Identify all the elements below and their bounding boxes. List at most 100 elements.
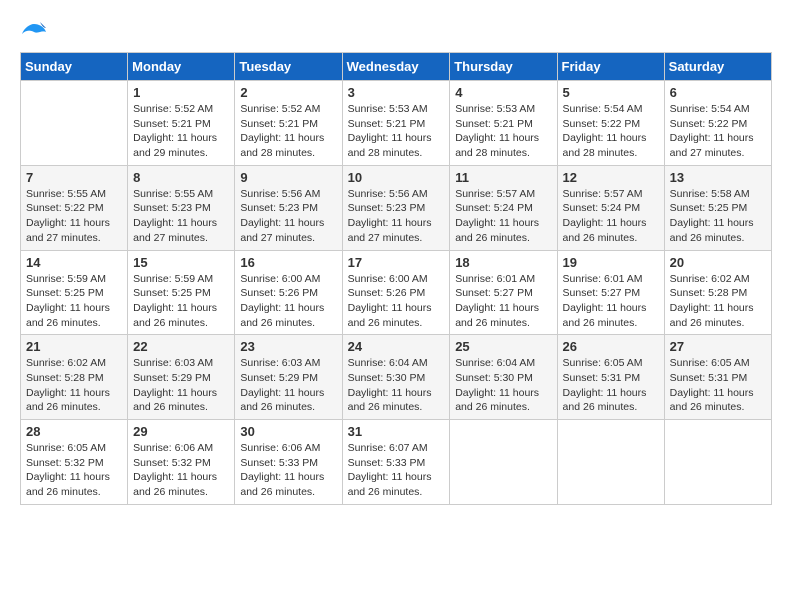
day-info: Sunrise: 6:07 AM Sunset: 5:33 PM Dayligh… [348,441,445,500]
day-info: Sunrise: 6:04 AM Sunset: 5:30 PM Dayligh… [455,356,551,415]
day-number: 17 [348,255,445,270]
day-number: 15 [133,255,229,270]
calendar-cell [450,420,557,505]
calendar-cell: 17 Sunrise: 6:00 AM Sunset: 5:26 PM Dayli… [342,250,450,335]
day-info: Sunrise: 5:56 AM Sunset: 5:23 PM Dayligh… [240,187,336,246]
day-number: 4 [455,85,551,100]
calendar-cell: 30 Sunrise: 6:06 AM Sunset: 5:33 PM Dayli… [235,420,342,505]
day-number: 25 [455,339,551,354]
day-info: Sunrise: 5:53 AM Sunset: 5:21 PM Dayligh… [455,102,551,161]
column-header-wednesday: Wednesday [342,53,450,81]
day-info: Sunrise: 5:52 AM Sunset: 5:21 PM Dayligh… [133,102,229,161]
day-info: Sunrise: 6:05 AM Sunset: 5:31 PM Dayligh… [563,356,659,415]
calendar-cell: 4 Sunrise: 5:53 AM Sunset: 5:21 PM Daylig… [450,81,557,166]
calendar-cell: 2 Sunrise: 5:52 AM Sunset: 5:21 PM Daylig… [235,81,342,166]
page-header [20,20,772,44]
calendar-week-row: 14 Sunrise: 5:59 AM Sunset: 5:25 PM Dayli… [21,250,772,335]
calendar-week-row: 28Sunrise: 6:05 AM Sunset: 5:32 PM Dayli… [21,420,772,505]
day-info: Sunrise: 5:55 AM Sunset: 5:23 PM Dayligh… [133,187,229,246]
calendar-cell: 24 Sunrise: 6:04 AM Sunset: 5:30 PM Dayli… [342,335,450,420]
calendar-cell: 31Sunrise: 6:07 AM Sunset: 5:33 PM Dayli… [342,420,450,505]
day-info: Sunrise: 5:56 AM Sunset: 5:23 PM Dayligh… [348,187,445,246]
day-info: Sunrise: 6:00 AM Sunset: 5:26 PM Dayligh… [348,272,445,331]
day-info: Sunrise: 6:05 AM Sunset: 5:31 PM Dayligh… [670,356,766,415]
column-header-saturday: Saturday [664,53,771,81]
logo-icon [20,20,48,44]
day-number: 18 [455,255,551,270]
column-header-thursday: Thursday [450,53,557,81]
day-number: 5 [563,85,659,100]
day-number: 10 [348,170,445,185]
calendar-cell: 12 Sunrise: 5:57 AM Sunset: 5:24 PM Dayli… [557,165,664,250]
calendar-cell [21,81,128,166]
calendar-cell: 22 Sunrise: 6:03 AM Sunset: 5:29 PM Dayli… [128,335,235,420]
day-info: Sunrise: 6:00 AM Sunset: 5:26 PM Dayligh… [240,272,336,331]
calendar-cell: 16 Sunrise: 6:00 AM Sunset: 5:26 PM Dayli… [235,250,342,335]
calendar-cell: 21 Sunrise: 6:02 AM Sunset: 5:28 PM Dayli… [21,335,128,420]
day-info: Sunrise: 5:55 AM Sunset: 5:22 PM Dayligh… [26,187,122,246]
day-info: Sunrise: 6:02 AM Sunset: 5:28 PM Dayligh… [670,272,766,331]
calendar-cell: 9Sunrise: 5:56 AM Sunset: 5:23 PM Daylig… [235,165,342,250]
calendar-cell: 8 Sunrise: 5:55 AM Sunset: 5:23 PM Daylig… [128,165,235,250]
day-number: 23 [240,339,336,354]
calendar-cell: 27 Sunrise: 6:05 AM Sunset: 5:31 PM Dayli… [664,335,771,420]
calendar-cell: 6 Sunrise: 5:54 AM Sunset: 5:22 PM Daylig… [664,81,771,166]
day-number: 16 [240,255,336,270]
day-number: 6 [670,85,766,100]
day-info: Sunrise: 6:01 AM Sunset: 5:27 PM Dayligh… [455,272,551,331]
day-info: Sunrise: 5:57 AM Sunset: 5:24 PM Dayligh… [455,187,551,246]
day-number: 13 [670,170,766,185]
calendar-cell: 18 Sunrise: 6:01 AM Sunset: 5:27 PM Dayli… [450,250,557,335]
calendar-cell: 10 Sunrise: 5:56 AM Sunset: 5:23 PM Dayli… [342,165,450,250]
calendar-cell: 5 Sunrise: 5:54 AM Sunset: 5:22 PM Daylig… [557,81,664,166]
day-info: Sunrise: 6:02 AM Sunset: 5:28 PM Dayligh… [26,356,122,415]
day-info: Sunrise: 6:06 AM Sunset: 5:33 PM Dayligh… [240,441,336,500]
calendar-cell: 26Sunrise: 6:05 AM Sunset: 5:31 PM Dayli… [557,335,664,420]
column-header-sunday: Sunday [21,53,128,81]
calendar-cell: 28Sunrise: 6:05 AM Sunset: 5:32 PM Dayli… [21,420,128,505]
calendar-cell: 19Sunrise: 6:01 AM Sunset: 5:27 PM Dayli… [557,250,664,335]
day-info: Sunrise: 5:54 AM Sunset: 5:22 PM Dayligh… [670,102,766,161]
calendar-cell: 11Sunrise: 5:57 AM Sunset: 5:24 PM Dayli… [450,165,557,250]
day-number: 14 [26,255,122,270]
column-header-friday: Friday [557,53,664,81]
calendar-cell: 1 Sunrise: 5:52 AM Sunset: 5:21 PM Daylig… [128,81,235,166]
day-number: 29 [133,424,229,439]
day-number: 1 [133,85,229,100]
day-info: Sunrise: 5:57 AM Sunset: 5:24 PM Dayligh… [563,187,659,246]
day-number: 20 [670,255,766,270]
calendar-cell: 29 Sunrise: 6:06 AM Sunset: 5:32 PM Dayli… [128,420,235,505]
day-info: Sunrise: 6:06 AM Sunset: 5:32 PM Dayligh… [133,441,229,500]
column-header-monday: Monday [128,53,235,81]
calendar-week-row: 21 Sunrise: 6:02 AM Sunset: 5:28 PM Dayli… [21,335,772,420]
calendar-cell: 20 Sunrise: 6:02 AM Sunset: 5:28 PM Dayli… [664,250,771,335]
column-header-tuesday: Tuesday [235,53,342,81]
day-info: Sunrise: 5:58 AM Sunset: 5:25 PM Dayligh… [670,187,766,246]
day-number: 19 [563,255,659,270]
day-info: Sunrise: 5:54 AM Sunset: 5:22 PM Dayligh… [563,102,659,161]
day-info: Sunrise: 6:03 AM Sunset: 5:29 PM Dayligh… [133,356,229,415]
day-number: 2 [240,85,336,100]
day-number: 24 [348,339,445,354]
day-info: Sunrise: 5:59 AM Sunset: 5:25 PM Dayligh… [26,272,122,331]
day-info: Sunrise: 5:52 AM Sunset: 5:21 PM Dayligh… [240,102,336,161]
calendar-cell: 3Sunrise: 5:53 AM Sunset: 5:21 PM Daylig… [342,81,450,166]
calendar-cell: 14 Sunrise: 5:59 AM Sunset: 5:25 PM Dayli… [21,250,128,335]
day-number: 7 [26,170,122,185]
day-info: Sunrise: 5:59 AM Sunset: 5:25 PM Dayligh… [133,272,229,331]
calendar-cell [557,420,664,505]
logo [20,20,52,44]
calendar-header-row: SundayMondayTuesdayWednesdayThursdayFrid… [21,53,772,81]
calendar-cell [664,420,771,505]
day-info: Sunrise: 6:03 AM Sunset: 5:29 PM Dayligh… [240,356,336,415]
day-number: 12 [563,170,659,185]
day-number: 30 [240,424,336,439]
day-info: Sunrise: 6:04 AM Sunset: 5:30 PM Dayligh… [348,356,445,415]
day-number: 8 [133,170,229,185]
day-number: 21 [26,339,122,354]
day-number: 22 [133,339,229,354]
day-number: 27 [670,339,766,354]
calendar-cell: 13 Sunrise: 5:58 AM Sunset: 5:25 PM Dayli… [664,165,771,250]
calendar-cell: 23 Sunrise: 6:03 AM Sunset: 5:29 PM Dayli… [235,335,342,420]
day-number: 3 [348,85,445,100]
